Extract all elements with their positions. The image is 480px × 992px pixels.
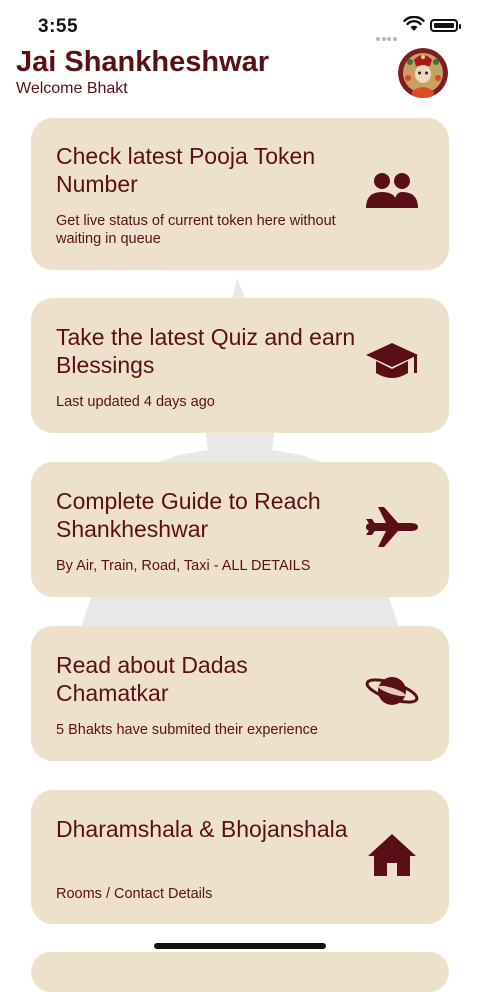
card-subtitle: 5 Bhakts have submited their experience — [56, 722, 318, 738]
card-chamatkar[interactable]: Read about Dadas Chamatkar 5 Bhakts have… — [31, 626, 449, 761]
graduation-cap-icon — [361, 338, 423, 388]
welcome-text: Welcome Bhakt — [16, 80, 128, 97]
avatar[interactable] — [398, 48, 448, 98]
battery-icon — [430, 19, 461, 32]
card-subtitle: Rooms / Contact Details — [56, 886, 213, 902]
card-pooja-token[interactable]: Check latest Pooja Token Number Get live… — [31, 118, 449, 270]
card-title: Check latest Pooja Token Number — [56, 143, 316, 197]
status-bar: 3:55 — [0, 0, 480, 48]
card-guide[interactable]: Complete Guide to Reach Shankheshwar By … — [31, 462, 449, 597]
card-subtitle: Get live status of current token here wi… — [56, 213, 336, 247]
card-dharamshala[interactable]: Dharamshala & Bhojanshala Rooms / Contac… — [31, 790, 449, 924]
card-quiz[interactable]: Take the latest Quiz and earn Blessings … — [31, 298, 449, 433]
status-time: 3:55 — [38, 16, 79, 37]
airplane-icon — [361, 502, 423, 552]
cellular-signal-icon — [376, 28, 398, 41]
card-title: Complete Guide to Reach Shankheshwar — [56, 488, 321, 542]
card-title: Dharamshala & Bhojanshala — [56, 816, 348, 842]
card-next-partial[interactable] — [31, 952, 449, 992]
card-subtitle: Last updated 4 days ago — [56, 394, 215, 410]
planet-icon — [361, 666, 423, 716]
home-indicator[interactable] — [154, 943, 326, 949]
card-subtitle: By Air, Train, Road, Taxi - ALL DETAILS — [56, 558, 311, 574]
card-title: Take the latest Quiz and earn Blessings — [56, 324, 356, 378]
wifi-icon — [403, 16, 425, 31]
card-title: Read about Dadas Chamatkar — [56, 652, 248, 706]
page-title: Jai Shankheshwar — [16, 46, 270, 78]
home-icon — [361, 830, 423, 880]
people-icon — [361, 166, 423, 216]
